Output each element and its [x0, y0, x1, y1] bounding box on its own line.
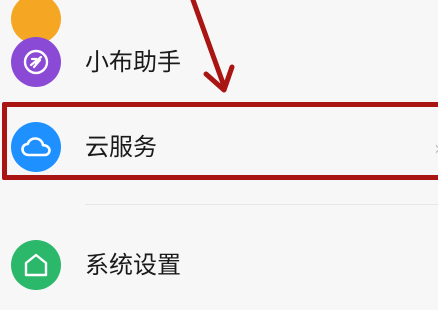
- divider: [85, 204, 438, 205]
- chevron-right-icon: ›: [434, 138, 438, 158]
- settings-item-system-settings[interactable]: 系统设置: [0, 220, 438, 310]
- breeno-assistant-label: 小布助手: [85, 48, 181, 76]
- settings-item-cloud-service[interactable]: 云服务 ›: [0, 102, 438, 192]
- cloud-icon: [11, 122, 61, 172]
- system-settings-label: 系统设置: [85, 251, 181, 279]
- settings-item-breeno-assistant[interactable]: 小布助手: [0, 17, 438, 107]
- breeno-assistant-icon: [11, 37, 61, 87]
- system-settings-icon: [11, 240, 61, 290]
- cloud-service-label: 云服务: [85, 133, 157, 161]
